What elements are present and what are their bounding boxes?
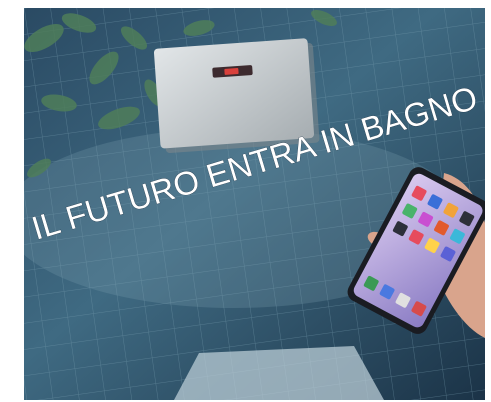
advert-photo: IL FUTURO ENTRA IN BAGNO	[24, 8, 485, 400]
scene: IL FUTURO ENTRA IN BAGNO	[24, 8, 485, 400]
toilet-edge	[174, 346, 384, 400]
sensor-led	[224, 68, 239, 75]
